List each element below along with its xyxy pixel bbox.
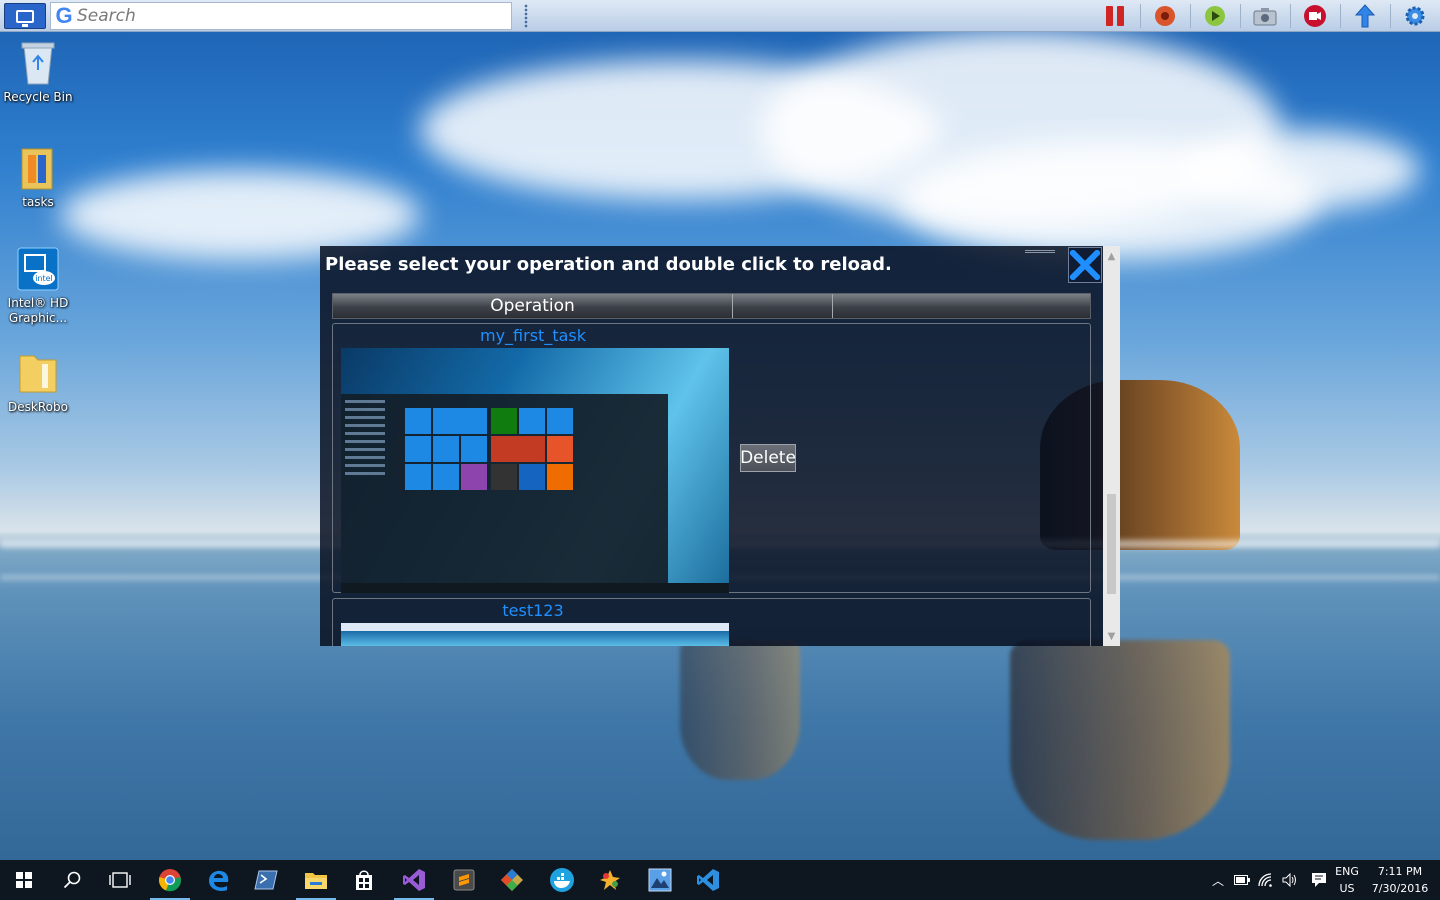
edge-icon: [209, 870, 229, 891]
windows-taskbar: ︿ ENG US 7:11 PM 7/30/2016: [0, 860, 1440, 900]
monitor-button[interactable]: [4, 3, 46, 29]
intel-graphics-icon: intel: [16, 246, 60, 292]
show-hidden-icons-chevron-icon[interactable]: ︿: [1206, 860, 1230, 900]
delete-button[interactable]: Delete: [740, 444, 796, 472]
taskbar-powershell[interactable]: [242, 860, 290, 900]
vscode-icon: [697, 869, 719, 891]
photo-icon: [648, 868, 672, 892]
recycle-bin-icon: [16, 40, 60, 86]
desktop-icon-deskrobo[interactable]: DeskRobo: [0, 350, 76, 415]
tasks-folder-icon: [16, 145, 60, 191]
search-input[interactable]: [77, 6, 497, 26]
scroll-up-icon[interactable]: ▲: [1103, 248, 1120, 264]
operation-thumbnail[interactable]: [341, 348, 729, 593]
visual-studio-icon: [403, 869, 425, 891]
clock-date: 7/30/2016: [1371, 882, 1429, 895]
pause-icon: [1104, 6, 1126, 26]
column-header-operation[interactable]: Operation: [333, 294, 733, 318]
desktop-icon-tasks[interactable]: tasks: [0, 145, 76, 210]
grid-header: Operation: [332, 293, 1091, 319]
windows-start-icon: [16, 872, 32, 888]
operations-list[interactable]: my_first_task Delete test123: [332, 321, 1091, 646]
desktop-icon-label: tasks: [22, 195, 54, 209]
column-header-3[interactable]: [833, 294, 1090, 318]
search-button[interactable]: [48, 860, 96, 900]
operation-name[interactable]: my_first_task: [333, 326, 733, 345]
operation-name[interactable]: test123: [333, 601, 733, 620]
docker-icon: [550, 868, 574, 892]
sublime-icon: [453, 869, 475, 891]
search-box[interactable]: G: [50, 2, 512, 30]
settings-gear-icon: [1405, 6, 1425, 26]
clock[interactable]: 7:11 PM 7/30/2016: [1366, 863, 1434, 897]
desktop-icon-intel-graphics[interactable]: intel Intel® HD Graphic...: [0, 246, 76, 326]
vertical-scrollbar[interactable]: ▲ ▼: [1103, 246, 1120, 646]
desktop-icon-label: DeskRobo: [8, 400, 68, 414]
play-button[interactable]: [1202, 4, 1228, 28]
clock-time: 7:11 PM: [1377, 865, 1423, 878]
google-icon: G: [55, 3, 73, 28]
record-icon: [1155, 6, 1175, 26]
wifi-icon[interactable]: [1254, 860, 1278, 900]
chrome-icon: [159, 869, 181, 892]
drag-grip-icon[interactable]: [523, 4, 529, 28]
close-button[interactable]: [1068, 247, 1102, 283]
taskbar-photo[interactable]: [636, 860, 684, 900]
taskbar-git[interactable]: [488, 860, 536, 900]
system-tray: ︿: [1206, 860, 1336, 900]
desktop-icon-label: Intel® HD Graphic...: [7, 296, 69, 325]
store-icon: [356, 870, 372, 890]
operation-row[interactable]: my_first_task Delete: [332, 323, 1091, 593]
powershell-icon: [254, 870, 278, 890]
file-explorer-icon: [305, 873, 327, 889]
volume-icon[interactable]: [1278, 860, 1302, 900]
monitor-icon: [16, 9, 34, 27]
video-record-button[interactable]: [1302, 4, 1328, 28]
taskbar-visual-studio[interactable]: [390, 860, 438, 900]
scroll-down-icon[interactable]: ▼: [1103, 628, 1120, 644]
scrollbar-thumb[interactable]: [1107, 494, 1116, 594]
record-button[interactable]: [1152, 4, 1178, 28]
taskbar-store[interactable]: [340, 860, 388, 900]
close-icon: [1070, 250, 1100, 280]
paint-icon: [600, 870, 620, 890]
dialog-drag-handle[interactable]: [1025, 250, 1055, 253]
play-icon: [1205, 6, 1225, 26]
taskbar-file-explorer[interactable]: [292, 860, 340, 900]
thumbnail-taskbar: [341, 583, 729, 593]
upload-arrow-icon: [1355, 4, 1375, 28]
taskbar-sublime[interactable]: [440, 860, 488, 900]
operation-row[interactable]: test123: [332, 598, 1091, 646]
thumbnail-start-menu: [341, 394, 668, 584]
search-icon: [63, 871, 81, 889]
pause-button[interactable]: [1102, 4, 1128, 28]
operation-thumbnail[interactable]: [341, 623, 729, 646]
svg-text:intel: intel: [35, 274, 53, 283]
upload-button[interactable]: [1352, 4, 1378, 28]
taskbar-chrome[interactable]: [146, 860, 194, 900]
task-view-icon: [109, 872, 131, 888]
screenshot-button[interactable]: [1252, 4, 1278, 28]
taskbar-edge[interactable]: [194, 860, 242, 900]
language-code: ENG: [1335, 865, 1359, 878]
git-icon: [501, 869, 523, 891]
dialog-title: Please select your operation and double …: [325, 254, 892, 275]
operation-select-dialog: Please select your operation and double …: [320, 246, 1120, 646]
top-toolbar: G: [0, 0, 1440, 32]
keyboard-layout: US: [1339, 882, 1355, 895]
start-button[interactable]: [0, 860, 48, 900]
taskbar-vscode[interactable]: [684, 860, 732, 900]
desktop-icon-label: Recycle Bin: [3, 90, 73, 104]
taskbar-paint[interactable]: [586, 860, 634, 900]
desktop-icon-recycle-bin[interactable]: Recycle Bin: [0, 40, 76, 105]
settings-button[interactable]: [1402, 4, 1428, 28]
taskbar-docker[interactable]: [538, 860, 586, 900]
battery-icon[interactable]: [1230, 860, 1254, 900]
video-record-icon: [1304, 5, 1326, 27]
camera-icon: [1253, 8, 1277, 26]
column-header-2[interactable]: [733, 294, 833, 318]
input-language-indicator[interactable]: ENG US: [1330, 863, 1364, 897]
task-view-button[interactable]: [96, 860, 144, 900]
folder-icon: [16, 350, 60, 396]
